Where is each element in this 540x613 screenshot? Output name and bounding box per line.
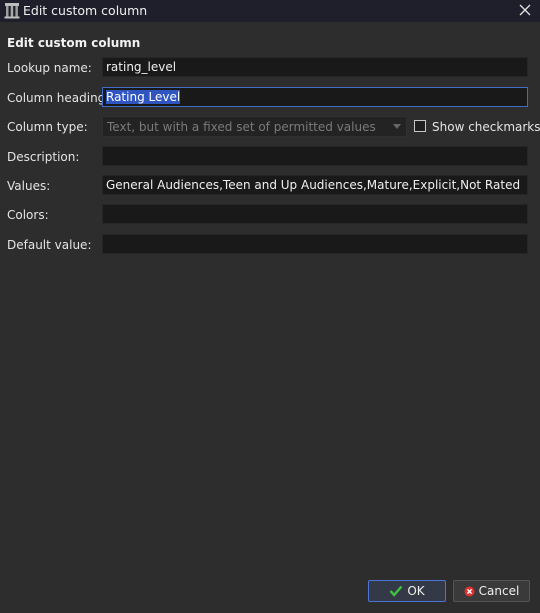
checkmark-icon xyxy=(389,585,403,597)
column-type-select[interactable]: Text, but with a fixed set of permitted … xyxy=(102,116,407,137)
column-heading-field[interactable]: Rating Level xyxy=(102,87,528,107)
show-checkmarks-label[interactable]: Show checkmarks xyxy=(432,120,540,134)
calibre-library-icon xyxy=(4,3,20,19)
default-value-field[interactable] xyxy=(102,234,528,254)
lookup-name-field[interactable]: rating_level xyxy=(102,57,528,77)
cancel-button[interactable]: Cancel xyxy=(453,580,530,602)
show-checkmarks-checkbox[interactable] xyxy=(414,120,426,132)
description-label: Description: xyxy=(7,150,80,164)
colors-label: Colors: xyxy=(7,208,49,222)
cancel-label: Cancel xyxy=(478,584,520,598)
window-title: Edit custom column xyxy=(23,3,148,18)
close-icon[interactable] xyxy=(516,1,534,19)
values-label: Values: xyxy=(7,179,51,193)
selected-text: Rating Level xyxy=(106,90,181,104)
values-field[interactable]: General Audiences,Teen and Up Audiences,… xyxy=(102,175,528,195)
lookup-name-label: Lookup name: xyxy=(7,61,92,75)
chevron-down-icon xyxy=(393,124,401,129)
ok-button[interactable]: OK xyxy=(368,580,446,602)
column-type-value: Text, but with a fixed set of permitted … xyxy=(107,120,376,134)
title-bar: Edit custom column xyxy=(0,0,540,22)
ok-label: OK xyxy=(407,584,425,598)
colors-field[interactable] xyxy=(102,204,528,224)
description-field[interactable] xyxy=(102,146,528,166)
column-heading-label: Column heading: xyxy=(7,91,110,105)
section-title: Edit custom column xyxy=(7,36,141,50)
default-value-label: Default value: xyxy=(7,238,92,252)
column-type-label: Column type: xyxy=(7,120,88,134)
cancel-icon xyxy=(464,586,475,596)
